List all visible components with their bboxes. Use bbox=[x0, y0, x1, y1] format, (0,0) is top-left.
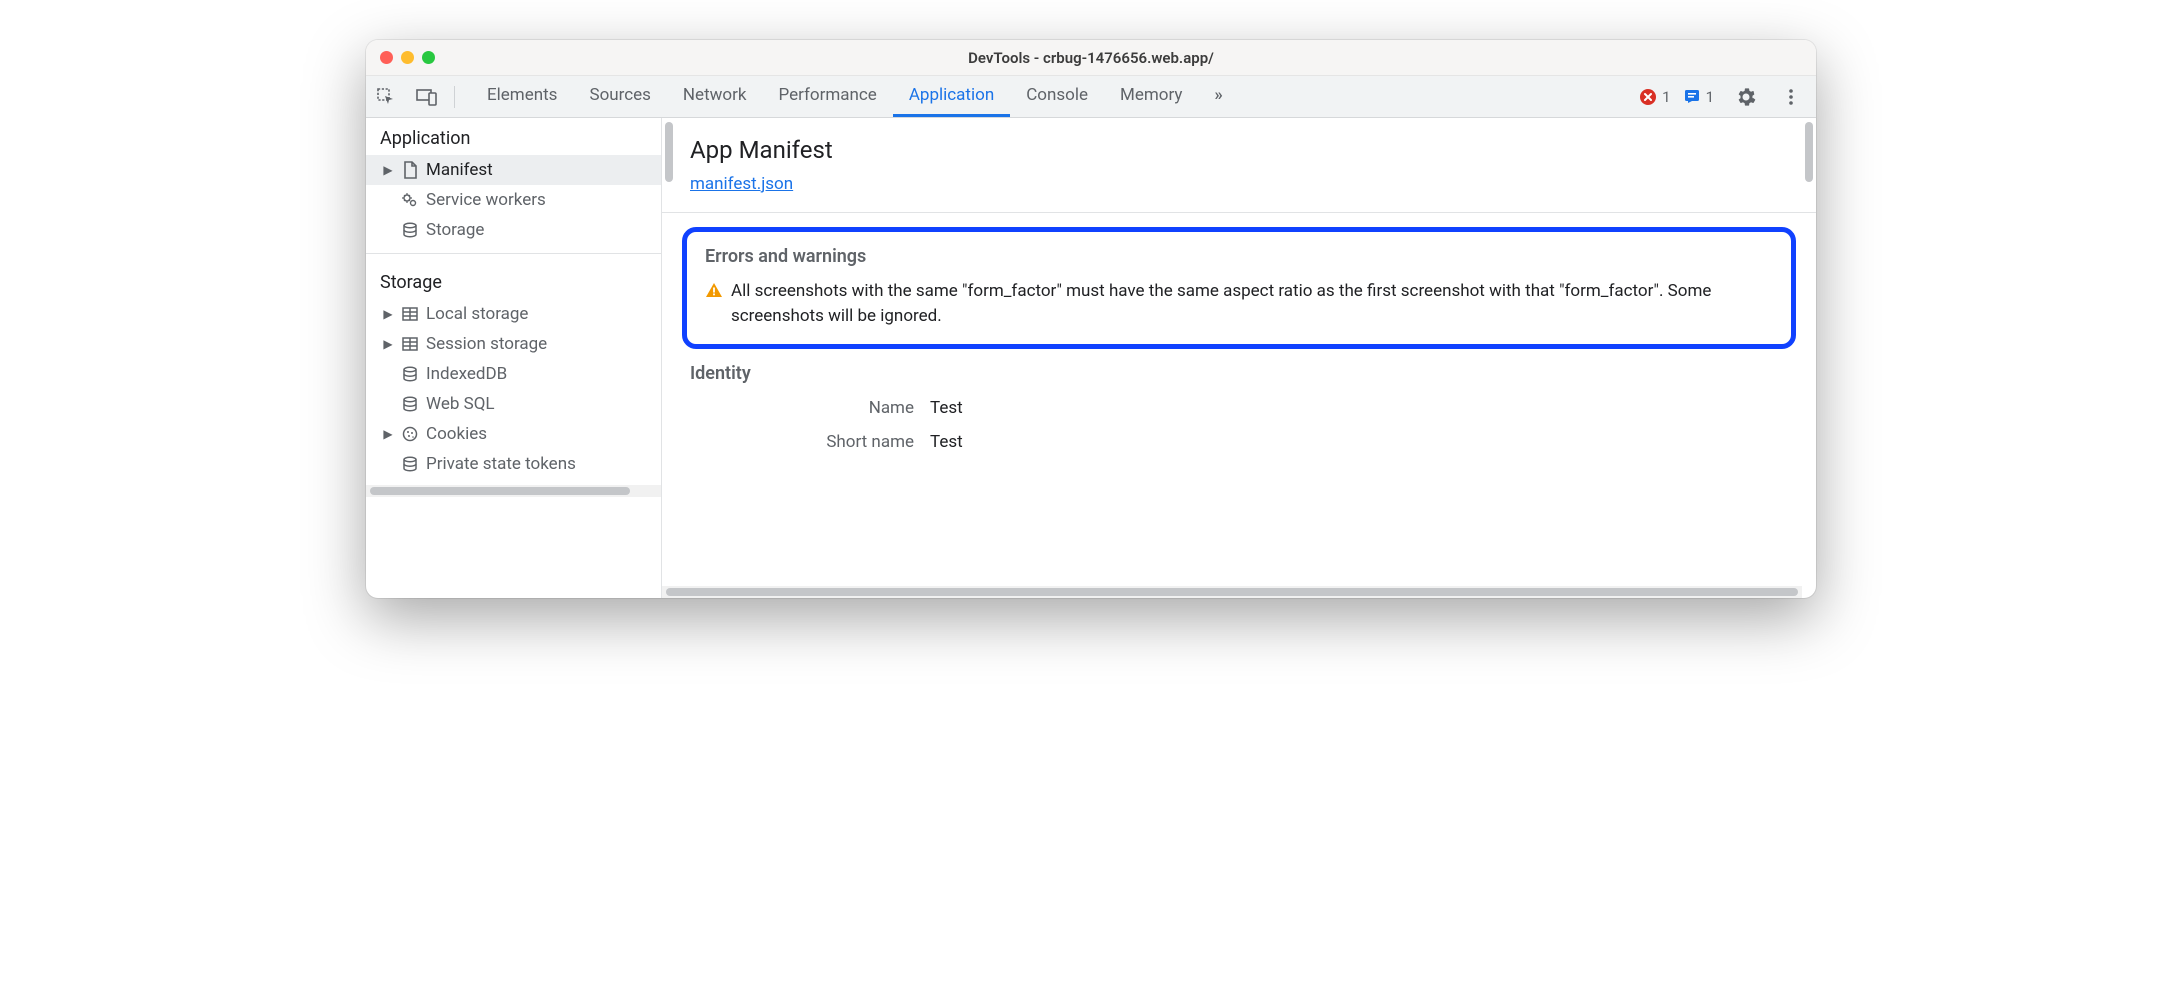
sidebar-item-private-state-tokens[interactable]: Private state tokens bbox=[366, 449, 661, 479]
table-icon bbox=[400, 307, 420, 321]
device-toolbar-icon[interactable] bbox=[406, 76, 448, 117]
warning-text: All screenshots with the same "form_fact… bbox=[731, 279, 1773, 328]
toolbar-right: 1 1 bbox=[1639, 87, 1816, 107]
sidebar-item-label: IndexedDB bbox=[426, 364, 507, 384]
warning-icon bbox=[705, 282, 723, 298]
manifest-link[interactable]: manifest.json bbox=[690, 174, 793, 194]
identity-row-short-name: Short name Test bbox=[690, 432, 1788, 452]
sidebar-item-local-storage[interactable]: ▶ Local storage bbox=[366, 299, 661, 329]
tab-network[interactable]: Network bbox=[667, 76, 763, 117]
identity-heading: Identity bbox=[690, 363, 1788, 384]
sidebar-item-manifest[interactable]: ▶ Manifest bbox=[366, 155, 661, 185]
identity-value: Test bbox=[930, 398, 963, 418]
manifest-heading: App Manifest bbox=[690, 136, 1788, 164]
sidebar-item-session-storage[interactable]: ▶ Session storage bbox=[366, 329, 661, 359]
sidebar-divider bbox=[366, 253, 661, 254]
maximize-window-button[interactable] bbox=[422, 51, 435, 64]
tab-application[interactable]: Application bbox=[893, 76, 1010, 117]
error-count: 1 bbox=[1662, 88, 1670, 106]
issues-badge[interactable]: 1 bbox=[1683, 88, 1714, 106]
titlebar: DevTools - crbug-1476656.web.app/ bbox=[366, 40, 1816, 76]
section-divider bbox=[662, 212, 1816, 213]
sidebar-item-indexeddb[interactable]: IndexedDB bbox=[366, 359, 661, 389]
main-scrollbar[interactable] bbox=[1802, 118, 1816, 598]
content-area: Application ▶ Manifest Service workers bbox=[366, 118, 1816, 598]
sidebar-section-application: Application bbox=[366, 118, 661, 155]
sidebar-h-scrollbar[interactable] bbox=[366, 485, 661, 497]
application-sidebar: Application ▶ Manifest Service workers bbox=[366, 118, 662, 598]
expand-arrow-icon: ▶ bbox=[382, 337, 394, 351]
more-tabs-button[interactable]: » bbox=[1198, 76, 1238, 117]
issue-count: 1 bbox=[1706, 88, 1714, 106]
expand-arrow-icon: ▶ bbox=[382, 307, 394, 321]
window-controls bbox=[380, 51, 435, 64]
database-icon bbox=[400, 366, 420, 382]
sidebar-item-label: Private state tokens bbox=[426, 454, 576, 474]
tab-performance[interactable]: Performance bbox=[762, 76, 892, 117]
gears-icon bbox=[400, 192, 420, 208]
file-icon bbox=[400, 161, 420, 179]
devtools-toolbar: Elements Sources Network Performance App… bbox=[366, 76, 1816, 118]
window-title: DevTools - crbug-1476656.web.app/ bbox=[366, 49, 1816, 67]
errors-warnings-callout: Errors and warnings All screenshots with… bbox=[682, 227, 1796, 349]
database-icon bbox=[400, 396, 420, 412]
identity-key: Short name bbox=[690, 432, 930, 452]
sidebar-item-label: Service workers bbox=[426, 190, 546, 210]
identity-row-name: Name Test bbox=[690, 398, 1788, 418]
sidebar-item-service-workers[interactable]: Service workers bbox=[366, 185, 661, 215]
sidebar-item-label: Web SQL bbox=[426, 394, 495, 414]
table-icon bbox=[400, 337, 420, 351]
sidebar-item-storage[interactable]: Storage bbox=[366, 215, 661, 245]
database-icon bbox=[400, 456, 420, 472]
main-h-scrollbar[interactable] bbox=[662, 586, 1802, 598]
inspect-element-icon[interactable] bbox=[366, 76, 406, 117]
sidebar-section-storage: Storage bbox=[366, 262, 661, 299]
expand-arrow-icon: ▶ bbox=[382, 163, 394, 177]
expand-arrow-icon: ▶ bbox=[382, 427, 394, 441]
sidebar-item-cookies[interactable]: ▶ Cookies bbox=[366, 419, 661, 449]
errors-warnings-heading: Errors and warnings bbox=[705, 246, 1773, 267]
warning-row: All screenshots with the same "form_fact… bbox=[705, 279, 1773, 328]
tab-memory[interactable]: Memory bbox=[1104, 76, 1198, 117]
tab-elements[interactable]: Elements bbox=[471, 76, 573, 117]
sidebar-item-label: Session storage bbox=[426, 334, 547, 354]
kebab-menu-icon[interactable] bbox=[1778, 87, 1804, 107]
panel-tabs: Elements Sources Network Performance App… bbox=[471, 76, 1239, 117]
tab-console[interactable]: Console bbox=[1010, 76, 1104, 117]
sidebar-item-label: Cookies bbox=[426, 424, 487, 444]
minimize-window-button[interactable] bbox=[401, 51, 414, 64]
errors-badge[interactable]: 1 bbox=[1639, 88, 1670, 106]
sidebar-item-label: Manifest bbox=[426, 160, 493, 180]
sidebar-item-label: Local storage bbox=[426, 304, 528, 324]
close-window-button[interactable] bbox=[380, 51, 393, 64]
toolbar-divider bbox=[454, 86, 455, 108]
database-icon bbox=[400, 222, 420, 238]
devtools-window: DevTools - crbug-1476656.web.app/ Elemen… bbox=[366, 40, 1816, 598]
sidebar-item-websql[interactable]: Web SQL bbox=[366, 389, 661, 419]
manifest-panel: App Manifest manifest.json Errors and wa… bbox=[662, 118, 1816, 598]
issue-icon bbox=[1683, 88, 1701, 106]
settings-icon[interactable] bbox=[1726, 87, 1766, 107]
error-icon bbox=[1639, 88, 1657, 106]
cookie-icon bbox=[400, 426, 420, 442]
identity-key: Name bbox=[690, 398, 930, 418]
tab-sources[interactable]: Sources bbox=[573, 76, 666, 117]
identity-value: Test bbox=[930, 432, 963, 452]
sidebar-item-label: Storage bbox=[426, 220, 484, 240]
